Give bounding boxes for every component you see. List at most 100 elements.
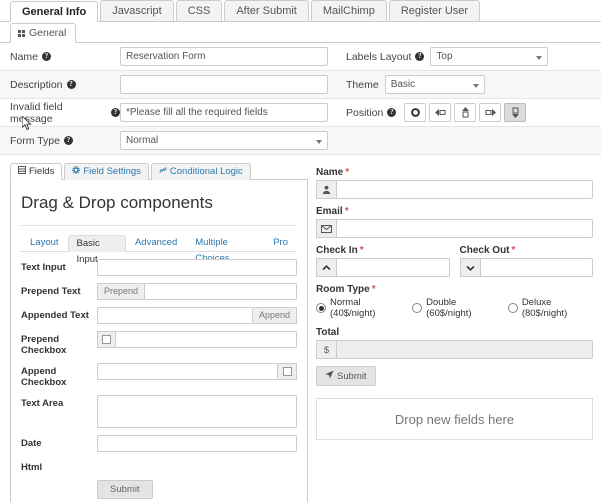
component-appended-text[interactable]: Appended Text Append xyxy=(21,300,297,324)
tab-layout[interactable]: Layout xyxy=(21,234,68,251)
position-right-button[interactable] xyxy=(479,103,502,122)
tab-general-label: General xyxy=(29,26,67,39)
envelope-icon xyxy=(316,219,336,238)
prepend-checkbox[interactable] xyxy=(97,331,116,348)
prepend-checkbox-field[interactable] xyxy=(116,331,297,348)
tab-field-settings[interactable]: Field Settings xyxy=(64,163,149,180)
components-tab-bar: Fields Field Settings Conditional Logic xyxy=(10,163,308,180)
component-prepend-text[interactable]: Prepend Text Prepend xyxy=(21,276,297,300)
preview-checkout-group: Check Out * xyxy=(459,245,593,284)
help-icon[interactable]: ? xyxy=(415,52,425,61)
component-category-tabs: Layout Basic Input Advanced Multiple Cho… xyxy=(21,234,297,265)
prepend-text-field[interactable] xyxy=(145,283,297,300)
preview-email-input[interactable] xyxy=(336,219,593,238)
append-checkbox-field[interactable] xyxy=(97,363,278,380)
tab-general[interactable]: General xyxy=(10,23,77,43)
preview-checkin-field[interactable] xyxy=(316,258,450,277)
label-form-type-text: Form Type xyxy=(10,134,60,147)
radio-icon xyxy=(507,303,518,313)
sub-tab-bar: General xyxy=(0,22,601,43)
tab-multiple-choices[interactable]: Multiple Choices xyxy=(186,234,264,264)
paper-plane-icon xyxy=(325,370,334,382)
position-none-button[interactable] xyxy=(404,103,427,122)
append-checkbox[interactable] xyxy=(278,363,297,380)
component-append-checkbox[interactable]: Append Checkbox xyxy=(21,356,297,388)
form-preview: Name * Email * Check In * Check Out * Ro… xyxy=(316,163,593,502)
component-prepend-checkbox[interactable]: Prepend Checkbox xyxy=(21,324,297,356)
component-submit[interactable]: Submit xyxy=(21,473,297,499)
form-type-select[interactable]: Normal xyxy=(120,131,328,150)
component-text-input[interactable]: Text Input xyxy=(21,252,297,276)
help-icon[interactable]: ? xyxy=(66,80,76,89)
preview-checkin-label-text: Check In xyxy=(316,245,358,256)
text-input-field[interactable] xyxy=(97,259,297,276)
preview-submit-row: Submit xyxy=(316,366,593,386)
description-input[interactable] xyxy=(120,75,328,94)
tab-basic-input[interactable]: Basic Input xyxy=(67,235,126,265)
tab-javascript[interactable]: Javascript xyxy=(100,0,174,21)
user-icon xyxy=(316,180,336,199)
preview-checkout-field[interactable] xyxy=(459,258,593,277)
preview-name-label: Name * xyxy=(316,167,593,178)
tab-pro[interactable]: Pro xyxy=(264,234,297,251)
preview-checkout-input[interactable] xyxy=(479,258,593,277)
textarea-field[interactable] xyxy=(97,395,297,428)
preview-name-label-text: Name xyxy=(316,167,344,178)
checkbox-icon xyxy=(102,335,111,344)
form-builder-page: General Info Javascript CSS After Submit… xyxy=(0,0,601,502)
position-top-button[interactable] xyxy=(454,103,477,122)
chevron-down-icon xyxy=(459,258,480,277)
radio-option-deluxe[interactable]: Deluxe (80$/night) xyxy=(507,297,593,319)
radio-option-normal[interactable]: Normal (40$/night) xyxy=(316,297,402,319)
preview-submit-button[interactable]: Submit xyxy=(316,366,376,386)
position-bottom-button[interactable] xyxy=(504,103,527,122)
component-date[interactable]: Date xyxy=(21,428,297,452)
date-field[interactable] xyxy=(97,435,297,452)
tab-css[interactable]: CSS xyxy=(175,0,223,21)
tab-register-user[interactable]: Register User xyxy=(388,0,481,21)
required-marker: * xyxy=(345,167,350,178)
preview-name-input[interactable] xyxy=(336,180,593,199)
preview-submit-label: Submit xyxy=(337,370,367,382)
preview-checkin-label: Check In * xyxy=(316,245,450,256)
position-button-group xyxy=(404,103,529,122)
preview-email-field[interactable] xyxy=(316,219,593,238)
tab-advanced[interactable]: Advanced xyxy=(126,234,186,251)
help-icon[interactable]: ? xyxy=(111,108,120,117)
tab-conditional-logic[interactable]: Conditional Logic xyxy=(150,163,251,180)
component-label: Date xyxy=(21,438,42,449)
gear-icon xyxy=(72,164,81,180)
help-icon[interactable]: ? xyxy=(387,108,397,117)
theme-select[interactable]: Basic xyxy=(384,75,485,94)
tab-fields[interactable]: Fields xyxy=(10,163,63,180)
prepend-addon: Prepend xyxy=(97,283,146,300)
radio-label: Double (60$/night) xyxy=(426,297,472,319)
drop-zone[interactable]: Drop new fields here xyxy=(316,398,593,440)
preview-checkin-group: Check In * xyxy=(316,245,450,284)
tab-fields-label: Fields xyxy=(29,165,55,177)
help-icon[interactable]: ? xyxy=(42,52,52,61)
mouse-cursor xyxy=(21,114,33,134)
invalid-message-input[interactable]: *Please fill all the required fields xyxy=(120,103,328,122)
component-html[interactable]: Html xyxy=(21,452,297,473)
label-description: Description ? xyxy=(10,79,120,91)
help-icon[interactable]: ? xyxy=(64,136,73,145)
append-text-field[interactable] xyxy=(97,307,253,324)
preview-name-field[interactable] xyxy=(316,180,593,199)
submit-button[interactable]: Submit xyxy=(97,480,153,499)
name-input[interactable]: Reservation Form xyxy=(120,47,328,66)
tab-mailchimp[interactable]: MailChimp xyxy=(310,0,387,21)
preview-email-label-text: Email xyxy=(316,206,343,217)
position-left-button[interactable] xyxy=(429,103,452,122)
checkbox-icon xyxy=(282,367,292,376)
components-panel: Fields Field Settings Conditional Logic … xyxy=(10,163,308,502)
labels-layout-select[interactable]: Top xyxy=(430,47,549,66)
tab-after-submit[interactable]: After Submit xyxy=(224,0,309,21)
component-text-area[interactable]: Text Area xyxy=(21,388,297,428)
radio-option-double[interactable]: Double (60$/night) xyxy=(412,297,498,319)
tab-general-info[interactable]: General Info xyxy=(10,1,99,22)
append-addon: Append xyxy=(252,307,297,324)
required-marker: * xyxy=(511,245,516,256)
preview-checkin-input[interactable] xyxy=(336,258,450,277)
label-labels-layout: Labels Layout ? xyxy=(346,51,425,63)
